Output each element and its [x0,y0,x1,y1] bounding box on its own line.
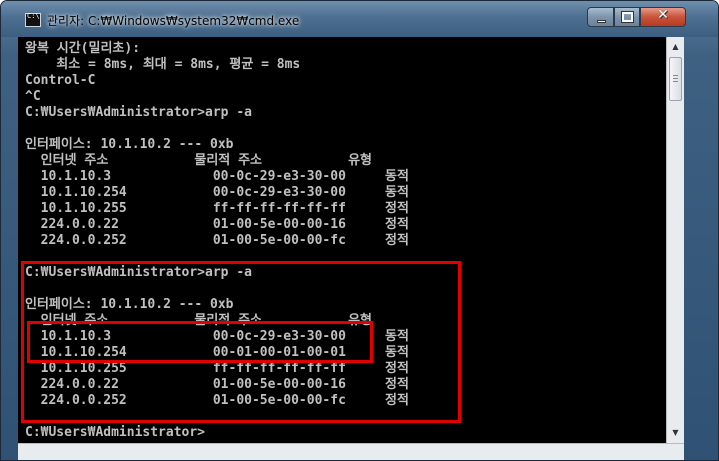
cmd-icon[interactable] [25,12,41,27]
console-line: 224.0.0.252 01-00-5e-00-00-fc 정적 [25,233,409,248]
highlight-box-entries [27,321,373,363]
console-line: C:₩Users₩Administrator>arp -a [25,105,252,120]
cmd-window: 관리자: C:₩Windows₩system32₩cmd.exe ✕ 왕복 시간… [0,0,719,461]
console-line: 인터넷 주소 물리적 주소 유형 [25,153,373,168]
console-line: 왕복 시간(밀리초): [25,41,141,56]
maximize-button[interactable] [614,7,640,27]
minimize-button[interactable] [587,7,614,27]
close-icon: ✕ [657,7,669,23]
scroll-thumb[interactable] [669,57,682,101]
console-line: 10.1.10.254 00-0c-29-e3-30-00 동적 [25,185,409,200]
close-button[interactable]: ✕ [640,7,686,27]
console-line: 10.1.10.3 00-0c-29-e3-30-00 동적 [25,169,409,184]
minimize-icon [597,20,606,23]
console-line: 224.0.0.22 01-00-5e-00-00-16 정적 [25,217,409,232]
console-line: 인터페이스: 10.1.10.2 --- 0xb [25,137,234,152]
console-line: ^C [25,89,41,104]
console-output[interactable]: 왕복 시간(밀리초): 최소 = 8ms, 최대 = 8ms, 평균 = 8ms… [18,37,666,443]
caption-buttons: ✕ [587,7,686,27]
console-line: Control-C [25,73,96,88]
console-line: 10.1.10.255 ff-ff-ff-ff-ff-ff 정적 [25,201,409,216]
maximize-icon [621,11,634,23]
scroll-down-icon[interactable]: ▼ [667,424,684,441]
window-title: 관리자: C:₩Windows₩system32₩cmd.exe [47,14,300,28]
horizontal-scrollbar[interactable] [18,443,684,460]
scroll-up-icon[interactable]: ▲ [667,38,684,55]
vertical-scrollbar[interactable]: ▲ ▼ [666,37,684,443]
console-line: C:₩Users₩Administrator> [25,425,206,440]
console-line: 최소 = 8ms, 최대 = 8ms, 평균 = 8ms [25,57,301,72]
